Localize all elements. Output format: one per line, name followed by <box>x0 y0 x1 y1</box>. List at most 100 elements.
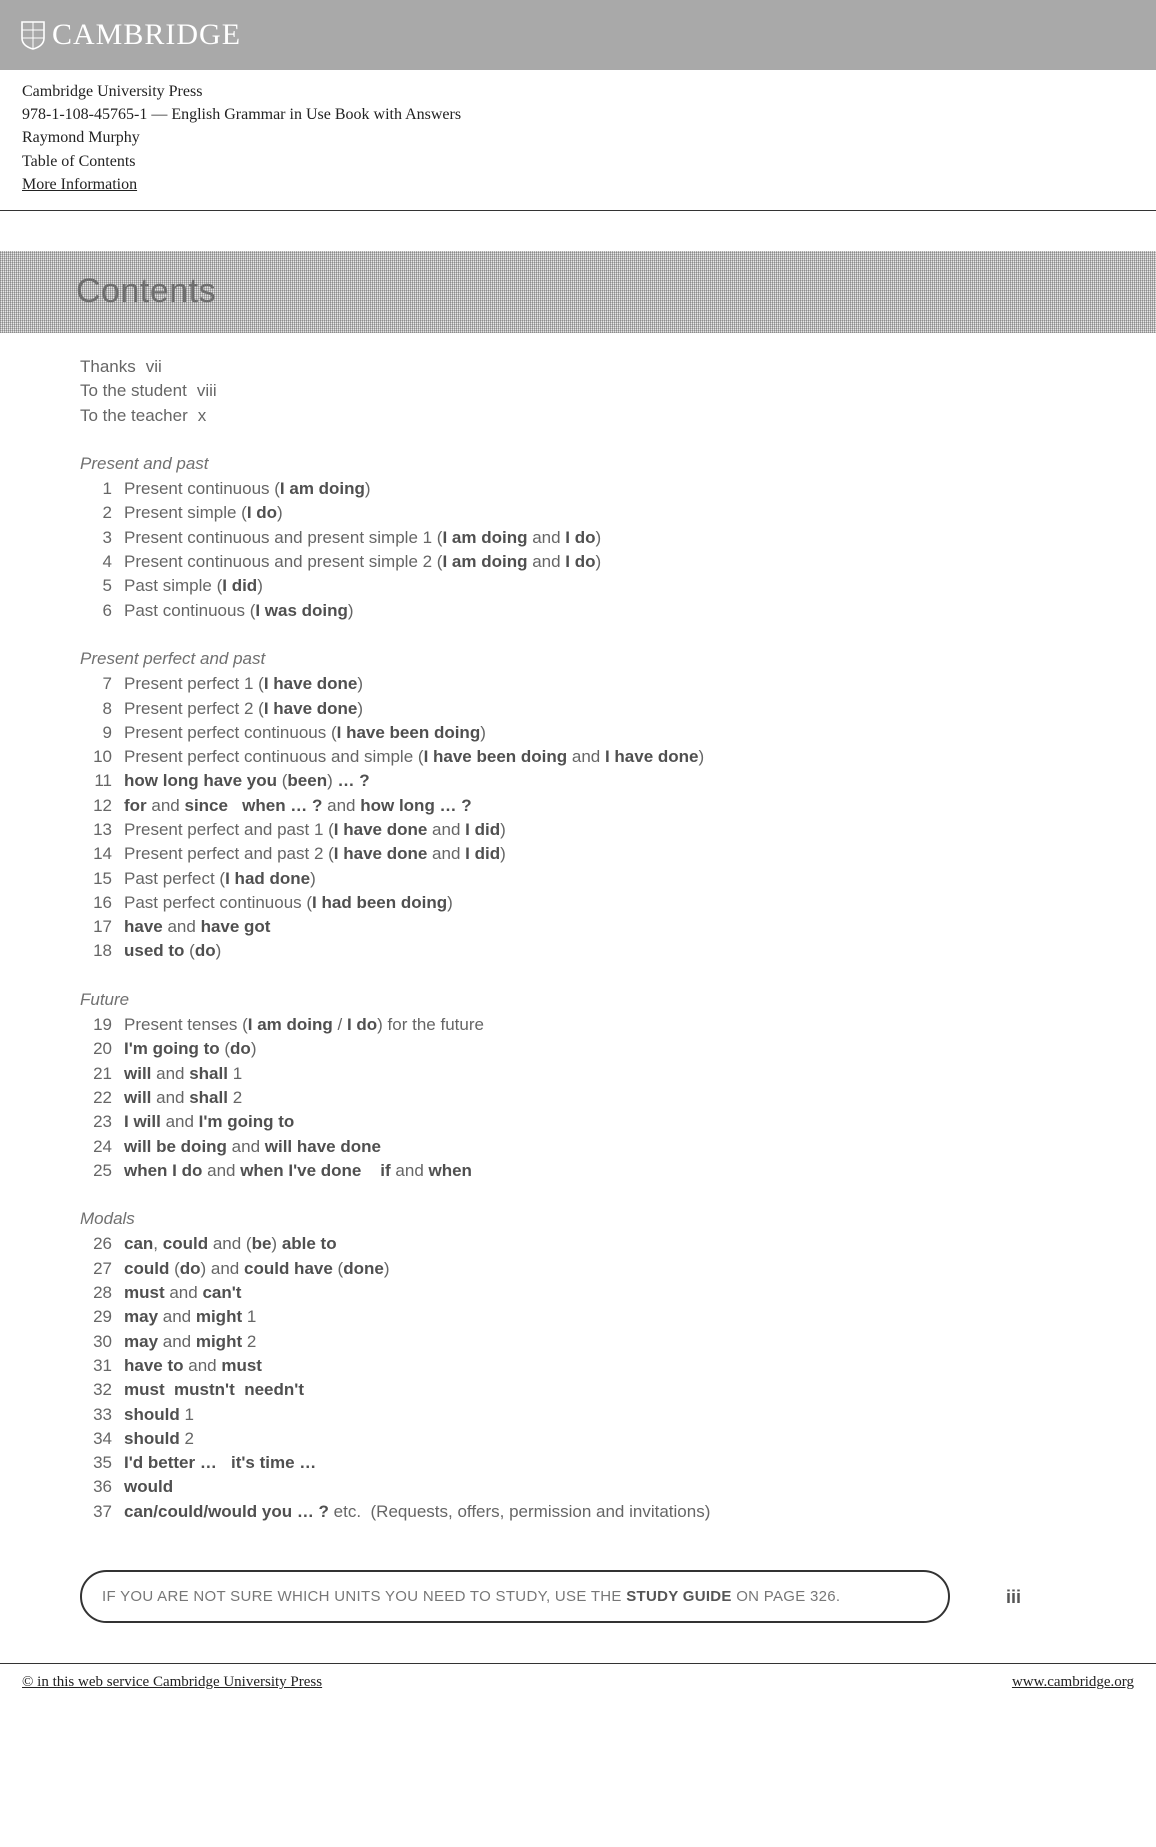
toc-number: 5 <box>80 574 112 598</box>
toc-section: Future19 Present tenses (I am doing / I d… <box>80 988 1076 1183</box>
toc-number: 27 <box>80 1257 112 1281</box>
toc-number: 12 <box>80 794 112 818</box>
meta-author: Raymond Murphy <box>22 126 1134 149</box>
toc-number: 17 <box>80 915 112 939</box>
intro-lines: Thanks vii To the student viii To the teache… <box>80 355 1076 428</box>
toc-row: 26 can, could and (be) able to <box>80 1232 1076 1256</box>
intro-label: Thanks <box>80 357 136 376</box>
toc-text: I'd better … it's time … <box>124 1451 316 1475</box>
toc-number: 19 <box>80 1013 112 1037</box>
toc-number: 30 <box>80 1330 112 1354</box>
toc-row: 14Present perfect and past 2 (I have don… <box>80 842 1076 866</box>
toc-row: 11how long have you (been) … ? <box>80 769 1076 793</box>
toc-row: 29may and might 1 <box>80 1305 1076 1329</box>
toc-text: can, could and (be) able to <box>124 1232 337 1256</box>
toc-row: 1 Present continuous (I am doing) <box>80 477 1076 501</box>
toc-text: I will and I'm going to <box>124 1110 294 1134</box>
toc-number: 11 <box>80 769 112 793</box>
toc-text: could (do) and could have (done) <box>124 1257 389 1281</box>
toc-text: Present continuous and present simple 1 … <box>124 526 601 550</box>
toc-text: used to (do) <box>124 939 221 963</box>
toc-text: can/could/would you … ? etc. (Requests, … <box>124 1500 710 1524</box>
toc-row: 4Present continuous and present simple 2… <box>80 550 1076 574</box>
toc-text: should 1 <box>124 1403 194 1427</box>
section-title: Present perfect and past <box>80 647 1076 671</box>
toc-text: would <box>124 1475 173 1499</box>
toc-section: Modals26 can, could and (be) able to 27 cou… <box>80 1207 1076 1524</box>
toc-row: 13Present perfect and past 1 (I have don… <box>80 818 1076 842</box>
toc-row: 16 Past perfect continuous (I had been do… <box>80 891 1076 915</box>
intro-label: To the student <box>80 381 187 400</box>
toc-number: 8 <box>80 697 112 721</box>
toc-row: 34should 2 <box>80 1427 1076 1451</box>
toc-number: 16 <box>80 891 112 915</box>
toc-text: Present continuous and present simple 2 … <box>124 550 601 574</box>
toc-text: have to and must <box>124 1354 262 1378</box>
toc-number: 23 <box>80 1110 112 1134</box>
toc-row: 15Past perfect (I had done) <box>80 867 1076 891</box>
footer: © in this web service Cambridge Universi… <box>0 1663 1156 1731</box>
toc-number: 1 <box>80 477 112 501</box>
intro-page: vii <box>146 357 162 376</box>
footer-right-link[interactable]: www.cambridge.org <box>1012 1674 1134 1691</box>
toc-row: 33 should 1 <box>80 1403 1076 1427</box>
toc-row: 6Past continuous (I was doing) <box>80 599 1076 623</box>
toc-row: 32 must mustn't needn't <box>80 1378 1076 1402</box>
toc-row: 10Present perfect continuous and simple … <box>80 745 1076 769</box>
intro-line: To the teacherx <box>80 404 1076 428</box>
toc-text: Present continuous (I am doing) <box>124 477 371 501</box>
toc-text: will and shall 1 <box>124 1062 242 1086</box>
study-guide-post: ON PAGE 326. <box>732 1588 841 1605</box>
shield-icon <box>20 20 46 50</box>
toc-number: 24 <box>80 1135 112 1159</box>
toc-number: 21 <box>80 1062 112 1086</box>
toc-row: 22will and shall 2 <box>80 1086 1076 1110</box>
toc-row: 12for and since when … ? and how long … … <box>80 794 1076 818</box>
toc-number: 15 <box>80 867 112 891</box>
study-guide-bold: STUDY GUIDE <box>626 1588 732 1605</box>
toc-text: Present tenses (I am doing / I do) for t… <box>124 1013 484 1037</box>
toc-text: must mustn't needn't <box>124 1378 304 1402</box>
intro-line: To the student viii <box>80 379 1076 403</box>
toc-number: 32 <box>80 1378 112 1402</box>
toc-text: Past perfect continuous (I had been doin… <box>124 891 453 915</box>
toc-text: should 2 <box>124 1427 194 1451</box>
toc-number: 29 <box>80 1305 112 1329</box>
toc-number: 36 <box>80 1475 112 1499</box>
contents-title: Contents <box>76 272 216 311</box>
toc-row: 37can/could/would you … ? etc. (Requests… <box>80 1500 1076 1524</box>
toc-row: 5 Past simple (I did) <box>80 574 1076 598</box>
toc-number: 25 <box>80 1159 112 1183</box>
section-title: Modals <box>80 1207 1076 1231</box>
toc-text: Past simple (I did) <box>124 574 263 598</box>
toc-text: Past continuous (I was doing) <box>124 599 354 623</box>
toc-number: 10 <box>80 745 112 769</box>
toc-number: 33 <box>80 1403 112 1427</box>
intro-page: viii <box>197 381 217 400</box>
toc-section: Present perfect and past7Present perfect… <box>80 647 1076 964</box>
toc-row: 36 would <box>80 1475 1076 1499</box>
toc-text: will be doing and will have done <box>124 1135 381 1159</box>
toc-number: 26 <box>80 1232 112 1256</box>
toc-row: 20I'm going to (do) <box>80 1037 1076 1061</box>
toc-text: may and might 2 <box>124 1330 256 1354</box>
toc-row: 28must and can't <box>80 1281 1076 1305</box>
toc-row: 30 may and might 2 <box>80 1330 1076 1354</box>
toc-row: 7Present perfect 1 (I have done) <box>80 672 1076 696</box>
toc-row: 25 when I do and when I've done if and wh… <box>80 1159 1076 1183</box>
section-title: Future <box>80 988 1076 1012</box>
toc-row: 21 will and shall 1 <box>80 1062 1076 1086</box>
more-information-link[interactable]: More Information <box>22 173 1134 196</box>
toc-number: 14 <box>80 842 112 866</box>
toc-row: 18used to (do) <box>80 939 1076 963</box>
toc-row: 31have to and must <box>80 1354 1076 1378</box>
toc-number: 20 <box>80 1037 112 1061</box>
toc-row: 24 will be doing and will have done <box>80 1135 1076 1159</box>
toc-text: when I do and when I've done if and when <box>124 1159 472 1183</box>
toc-row: 9Present perfect continuous (I have been… <box>80 721 1076 745</box>
toc-text: Present perfect 2 (I have done) <box>124 697 363 721</box>
toc-row: 17have and have got <box>80 915 1076 939</box>
intro-line: Thanks vii <box>80 355 1076 379</box>
meta-section: Table of Contents <box>22 150 1134 173</box>
intro-label: To the teacher <box>80 406 188 425</box>
